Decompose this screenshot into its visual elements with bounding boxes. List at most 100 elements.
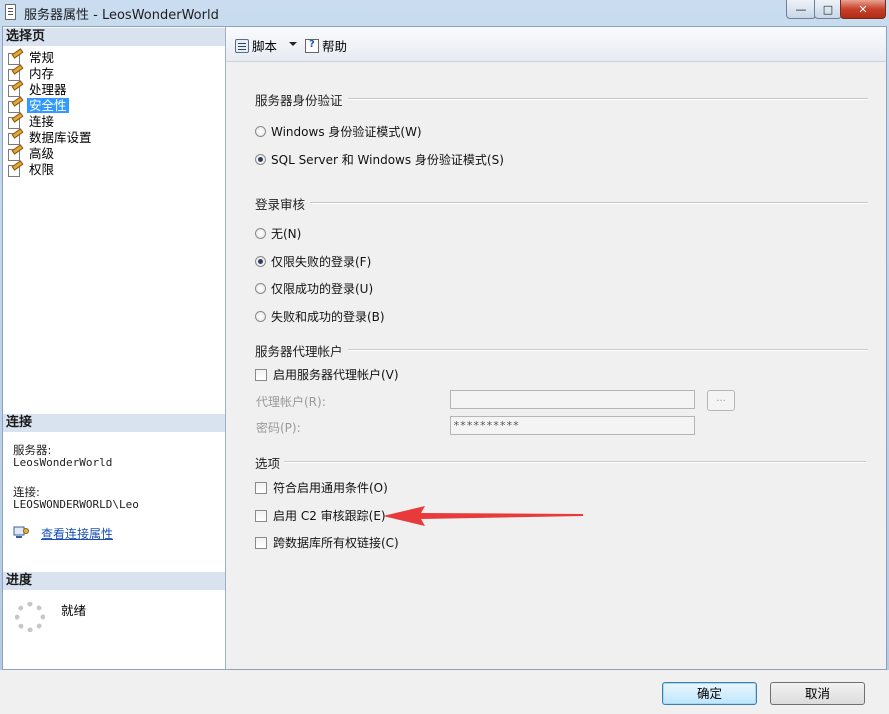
audit-both-radio[interactable]: 失败和成功的登录(B) xyxy=(255,308,385,325)
script-label: 脚本 xyxy=(252,39,278,54)
nav-item-connections[interactable]: 连接 xyxy=(7,111,56,129)
option-label: 启用 C2 审核跟踪(E) xyxy=(273,509,386,523)
checkbox[interactable] xyxy=(255,368,267,381)
option-label: SQL Server 和 Windows 身份验证模式(S) xyxy=(271,153,504,167)
cross-db-ownership-checkbox[interactable]: 跨数据库所有权链接(C) xyxy=(255,534,399,551)
app-document-icon xyxy=(5,4,16,20)
view-connection-properties-link[interactable]: 查看连接属性 xyxy=(41,525,113,542)
option-label: 符合启用通用条件(O) xyxy=(273,481,388,495)
close-button[interactable]: ✕ xyxy=(840,0,886,19)
nav-item-label: 常规 xyxy=(29,49,55,65)
minimize-button[interactable]: — xyxy=(786,0,816,19)
nav-item-memory[interactable]: 内存 xyxy=(7,63,56,81)
page-icon xyxy=(7,95,24,113)
connection-value: LEOSWONDERWORLD\Leo xyxy=(13,498,139,511)
nav-item-security[interactable]: 安全性 xyxy=(7,95,69,113)
cancel-button[interactable]: 取消 xyxy=(770,682,865,705)
proxy-account-label: 代理帐户(R): xyxy=(256,395,326,409)
progress-status: 就绪 xyxy=(61,603,87,618)
script-dropdown-button[interactable] xyxy=(289,42,297,46)
options-title: 选项 xyxy=(255,456,281,471)
script-button[interactable]: 脚本 xyxy=(235,36,277,55)
radio-button[interactable] xyxy=(255,311,266,322)
proxy-account-field[interactable] xyxy=(450,390,695,409)
page-icon xyxy=(7,159,24,177)
nav-item-label: 连接 xyxy=(29,113,55,129)
checkbox[interactable] xyxy=(255,509,267,522)
section-divider xyxy=(284,461,866,463)
radio-button[interactable] xyxy=(255,126,266,137)
server-label: 服务器: xyxy=(13,443,52,457)
password-label: 密码(P): xyxy=(256,421,301,435)
audit-failed-radio[interactable]: 仅限失败的登录(F) xyxy=(255,253,371,270)
password-field[interactable]: ********** xyxy=(450,416,695,435)
help-label: 帮助 xyxy=(322,39,348,54)
nav-item-advanced[interactable]: 高级 xyxy=(7,143,56,161)
left-panel: 选择页 常规 内存 处理器 安全性 连接 数据库设置 高级 权限 连接 服务器:… xyxy=(3,27,226,669)
window-title: 服务器属性 - LeosWonderWorld xyxy=(24,8,219,23)
enable-proxy-checkbox[interactable]: 启用服务器代理帐户(V) xyxy=(255,366,399,383)
page-icon xyxy=(7,143,24,161)
proxy-account-title: 服务器代理帐户 xyxy=(255,344,343,359)
radio-button[interactable] xyxy=(255,256,266,267)
dialog-footer: 确定 取消 xyxy=(0,670,889,714)
page-icon xyxy=(7,63,24,81)
checkbox[interactable] xyxy=(255,536,267,549)
connection-label: 连接: xyxy=(13,485,40,499)
radio-button[interactable] xyxy=(255,154,266,165)
page-icon xyxy=(7,127,24,145)
maximize-button[interactable]: □ xyxy=(814,0,842,19)
login-audit-title: 登录审核 xyxy=(255,197,306,212)
server-value: LeosWonderWorld xyxy=(13,456,113,469)
annotation-arrow-icon xyxy=(383,506,583,526)
title-bar: 服务器属性 - LeosWonderWorld — □ ✕ xyxy=(0,0,889,24)
progress-header: 进度 xyxy=(3,572,225,590)
option-label: 仅限成功的登录(U) xyxy=(271,282,374,296)
right-panel: 脚本 帮助 服务器身份验证 Windows 身份验证模式(W) SQL Serv xyxy=(226,27,886,669)
connection-header: 连接 xyxy=(3,414,225,432)
ok-button[interactable]: 确定 xyxy=(662,682,757,705)
progress-spinner-icon xyxy=(15,602,45,632)
option-label: 无(N) xyxy=(271,227,302,241)
help-icon xyxy=(305,38,319,53)
nav-item-label: 处理器 xyxy=(29,81,67,97)
nav-item-label: 数据库设置 xyxy=(29,129,92,145)
nav-item-permissions[interactable]: 权限 xyxy=(7,159,56,177)
nav-item-label: 权限 xyxy=(29,161,55,177)
audit-success-radio[interactable]: 仅限成功的登录(U) xyxy=(255,280,373,297)
radio-button[interactable] xyxy=(255,228,266,239)
nav-item-processor[interactable]: 处理器 xyxy=(7,79,69,97)
option-label: 跨数据库所有权链接(C) xyxy=(273,536,399,550)
page-icon xyxy=(7,47,24,65)
page-icon xyxy=(7,79,24,97)
script-icon xyxy=(235,38,249,53)
radio-button[interactable] xyxy=(255,283,266,294)
option-label: 失败和成功的登录(B) xyxy=(271,310,385,324)
common-criteria-checkbox[interactable]: 符合启用通用条件(O) xyxy=(255,479,388,496)
dialog-client: 选择页 常规 内存 处理器 安全性 连接 数据库设置 高级 权限 连接 服务器:… xyxy=(2,26,887,670)
help-button[interactable]: 帮助 xyxy=(305,36,347,55)
chevron-down-icon xyxy=(289,42,297,46)
option-label: 仅限失败的登录(F) xyxy=(271,255,372,269)
nav-item-label: 高级 xyxy=(29,145,55,161)
nav-item-label: 内存 xyxy=(29,65,55,81)
audit-none-radio[interactable]: 无(N) xyxy=(255,225,301,242)
c2-audit-checkbox[interactable]: 启用 C2 审核跟踪(E) xyxy=(255,507,386,524)
nav-item-general[interactable]: 常规 xyxy=(7,47,56,65)
nav-item-label: 安全性 xyxy=(27,97,69,113)
connection-properties-icon xyxy=(13,526,29,538)
browse-button[interactable]: ... xyxy=(707,390,735,411)
option-label: 启用服务器代理帐户(V) xyxy=(273,368,399,382)
windows-auth-radio[interactable]: Windows 身份验证模式(W) xyxy=(255,123,422,140)
option-label: Windows 身份验证模式(W) xyxy=(271,125,422,139)
page-icon xyxy=(7,111,24,129)
server-auth-title: 服务器身份验证 xyxy=(255,93,343,108)
section-divider xyxy=(348,98,868,100)
toolbar: 脚本 帮助 xyxy=(226,27,886,62)
section-divider xyxy=(348,349,868,351)
section-divider xyxy=(310,202,868,204)
dialog-window: 服务器属性 - LeosWonderWorld — □ ✕ 选择页 常规 内存 … xyxy=(0,0,889,714)
mixed-auth-radio[interactable]: SQL Server 和 Windows 身份验证模式(S) xyxy=(255,151,504,168)
nav-item-database-settings[interactable]: 数据库设置 xyxy=(7,127,94,145)
checkbox[interactable] xyxy=(255,481,267,494)
